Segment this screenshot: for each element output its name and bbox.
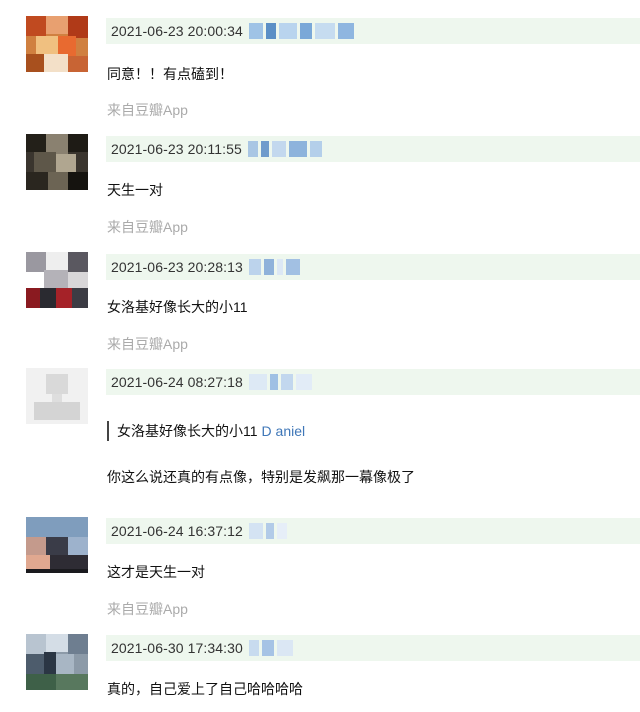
avatar[interactable] xyxy=(26,517,88,573)
avatar[interactable] xyxy=(26,634,88,690)
comment-timestamp: 2021-06-24 08:27:18 xyxy=(111,374,243,390)
comment-timestamp: 2021-06-23 20:28:13 xyxy=(111,259,243,275)
blurred-username[interactable] xyxy=(248,374,312,390)
comment-source: 来自豆瓣App xyxy=(107,219,188,235)
blurred-username[interactable] xyxy=(247,141,322,157)
comment-meta-bar: 2021-06-23 20:11:55 xyxy=(106,136,640,162)
comment-text: 这才是天生一对 xyxy=(107,564,205,580)
comment-timestamp: 2021-06-23 20:11:55 xyxy=(111,141,242,157)
blurred-username[interactable] xyxy=(248,640,293,656)
blurred-username[interactable] xyxy=(248,523,287,539)
comment-text: 你这么说还真的有点像，特别是发飙那一幕像极了 xyxy=(107,469,415,485)
avatar[interactable] xyxy=(26,368,88,424)
comment-timestamp: 2021-06-24 16:37:12 xyxy=(111,523,243,539)
comment-meta-bar: 2021-06-24 16:37:12 xyxy=(106,518,640,544)
comment-source: 来自豆瓣App xyxy=(107,102,188,118)
comment-text: 真的，自己爱上了自己哈哈哈哈 xyxy=(107,681,303,697)
quoted-author-link[interactable]: D aniel xyxy=(262,423,306,439)
comment-meta-bar: 2021-06-23 20:00:34 xyxy=(106,18,640,44)
comment-meta-bar: 2021-06-24 08:27:18 xyxy=(106,369,640,395)
avatar[interactable] xyxy=(26,134,88,190)
avatar[interactable] xyxy=(26,16,88,72)
avatar[interactable] xyxy=(26,252,88,308)
comment-meta-bar: 2021-06-23 20:28:13 xyxy=(106,254,640,280)
comment-timestamp: 2021-06-30 17:34:30 xyxy=(111,640,243,656)
blurred-username[interactable] xyxy=(248,23,354,39)
quoted-comment: 女洛基好像长大的小11 D aniel xyxy=(107,421,305,441)
blurred-username[interactable] xyxy=(248,259,300,275)
comment-text: 天生一对 xyxy=(107,182,163,198)
comment-text: 同意！！有点磕到！ xyxy=(107,66,233,82)
comment-text: 女洛基好像长大的小11 xyxy=(107,299,248,315)
comment-timestamp: 2021-06-23 20:00:34 xyxy=(111,23,243,39)
comment-source: 来自豆瓣App xyxy=(107,336,188,352)
comment-source: 来自豆瓣App xyxy=(107,601,188,617)
quoted-text: 女洛基好像长大的小11 xyxy=(117,423,258,439)
comment-meta-bar: 2021-06-30 17:34:30 xyxy=(106,635,640,661)
